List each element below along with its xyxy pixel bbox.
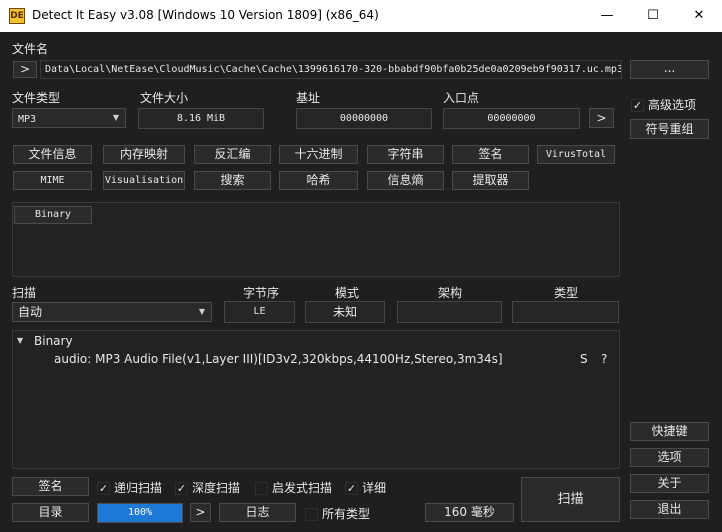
binary-panel (12, 202, 620, 277)
search-button[interactable]: 搜索 (194, 171, 271, 190)
signature-button[interactable]: 签名 (12, 477, 89, 496)
scan-label: 扫描 (12, 286, 37, 300)
symbol-rebuild-button[interactable]: 符号重组 (630, 119, 709, 139)
result-line[interactable]: audio: MP3 Audio File(v1,Layer III)[ID3v… (54, 352, 503, 366)
mime-button[interactable]: MIME (13, 171, 92, 190)
all-types-checkbox[interactable]: 所有类型 (305, 505, 370, 522)
recursive-scan-checkbox[interactable]: ✓ 递归扫描 (97, 479, 162, 496)
title-bar: DE Detect It Easy v3.08 [Windows 10 Vers… (0, 0, 722, 32)
app-icon: DE (9, 8, 25, 24)
hash-button[interactable]: 哈希 (279, 171, 358, 190)
type-label: 类型 (554, 286, 579, 300)
file-name-label: 文件名 (12, 42, 49, 56)
type-field (512, 301, 619, 323)
file-history-button[interactable]: > (13, 61, 37, 78)
checkmark-icon: ✓ (175, 482, 188, 495)
result-signature-link[interactable]: S (580, 352, 588, 366)
file-type-label: 文件类型 (12, 91, 61, 105)
architecture-label: 架构 (438, 286, 463, 300)
file-type-value: MP3 (18, 114, 37, 125)
unchecked-box-icon (255, 482, 268, 495)
scan-progress-bar: 100% (97, 503, 183, 523)
virustotal-button[interactable]: VirusTotal (537, 145, 615, 164)
shortcuts-button[interactable]: 快捷键 (630, 422, 709, 441)
checkmark-icon: ✓ (97, 482, 110, 495)
architecture-field (397, 301, 502, 323)
mode-field: 未知 (305, 301, 385, 323)
signatures-button[interactable]: 签名 (452, 145, 529, 164)
entry-point-go-button[interactable]: > (589, 108, 614, 128)
file-info-button[interactable]: 文件信息 (13, 145, 92, 164)
extractor-button[interactable]: 提取器 (452, 171, 529, 190)
all-types-label: 所有类型 (322, 507, 371, 521)
maximize-button[interactable]: ☐ (630, 0, 676, 32)
file-path-field[interactable]: Data\Local\NetEase\CloudMusic\Cache\Cach… (40, 60, 622, 79)
checkmark-icon: ✓ (345, 482, 358, 495)
memory-map-button[interactable]: 内存映射 (103, 145, 185, 164)
mode-label: 模式 (335, 286, 360, 300)
about-button[interactable]: 关于 (630, 474, 709, 493)
checkmark-icon: ✓ (631, 99, 644, 112)
file-size-label: 文件大小 (140, 91, 189, 105)
deep-scan-checkbox[interactable]: ✓ 深度扫描 (175, 479, 240, 496)
advanced-options-checkbox[interactable]: ✓ 高级选项 (631, 96, 696, 113)
entry-point-field[interactable]: 00000000 (443, 108, 580, 129)
recursive-scan-label: 递归扫描 (114, 481, 163, 495)
directory-button[interactable]: 目录 (12, 503, 89, 522)
base-address-field[interactable]: 00000000 (296, 108, 432, 129)
base-address-label: 基址 (296, 91, 321, 105)
next-button[interactable]: > (190, 503, 211, 522)
progress-text: 100% (127, 507, 153, 518)
log-button[interactable]: 日志 (219, 503, 296, 522)
heuristic-scan-label: 启发式扫描 (272, 481, 333, 495)
expand-arrow-icon[interactable]: ▼ (17, 336, 23, 345)
disassembly-button[interactable]: 反汇编 (194, 145, 271, 164)
scan-mode-value: 自动 (18, 305, 43, 319)
results-tree (12, 330, 620, 469)
minimize-button[interactable]: — (584, 0, 630, 32)
file-type-select[interactable]: MP3 ▼ (12, 108, 126, 128)
strings-button[interactable]: 字符串 (367, 145, 444, 164)
verbose-checkbox[interactable]: ✓ 详细 (345, 479, 386, 496)
entropy-button[interactable]: 信息熵 (367, 171, 444, 190)
file-size-field: 8.16 MiB (138, 108, 264, 129)
endianness-label: 字节序 (243, 286, 280, 300)
endianness-field: LE (224, 301, 295, 323)
heuristic-scan-checkbox[interactable]: 启发式扫描 (255, 479, 332, 496)
scan-mode-select[interactable]: 自动 ▼ (12, 302, 212, 322)
elapsed-time: 160 毫秒 (425, 503, 514, 522)
result-root[interactable]: Binary (34, 334, 73, 348)
entry-point-label: 入口点 (443, 91, 480, 105)
scan-button[interactable]: 扫描 (521, 477, 620, 522)
options-button[interactable]: 选项 (630, 448, 709, 467)
chevron-down-icon: ▼ (198, 307, 205, 316)
exit-button[interactable]: 退出 (630, 500, 709, 519)
unchecked-box-icon (305, 508, 318, 521)
window-title: Detect It Easy v3.08 [Windows 10 Version… (32, 8, 379, 22)
verbose-label: 详细 (362, 481, 387, 495)
visualisation-button[interactable]: Visualisation (103, 171, 185, 190)
close-button[interactable]: ✕ (676, 0, 722, 32)
chevron-down-icon: ▼ (112, 113, 119, 122)
result-info-link[interactable]: ? (601, 352, 607, 366)
browse-button[interactable]: ... (630, 60, 709, 79)
advanced-options-label: 高级选项 (648, 98, 697, 112)
deep-scan-label: 深度扫描 (192, 481, 241, 495)
binary-tab[interactable]: Binary (14, 206, 92, 224)
hex-button[interactable]: 十六进制 (279, 145, 358, 164)
